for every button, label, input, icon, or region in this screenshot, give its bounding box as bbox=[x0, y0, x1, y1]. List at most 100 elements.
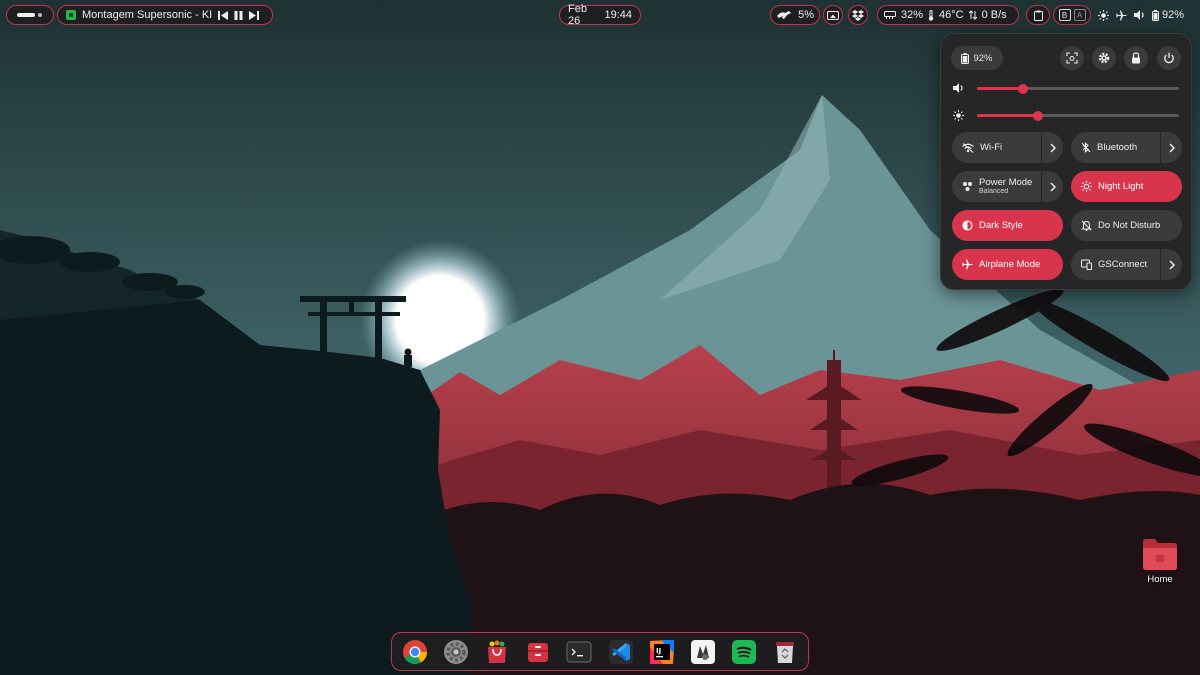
power-mode-toggle-main[interactable]: Power Mode Balanced bbox=[952, 171, 1041, 202]
night-light-toggle-main[interactable]: Night Light bbox=[1071, 171, 1182, 202]
brightness-knob[interactable] bbox=[1032, 110, 1043, 121]
gsconnect-toggle-main[interactable]: GSConnect bbox=[1071, 249, 1160, 280]
power-mode-expand-arrow[interactable] bbox=[1041, 171, 1063, 202]
intellij-app[interactable]: IJ bbox=[648, 638, 676, 666]
media-title: Montagem Supersonic - KI bbox=[82, 9, 213, 21]
svg-text:IJ: IJ bbox=[656, 647, 661, 655]
terminal-icon bbox=[566, 641, 592, 662]
wifi-off-icon bbox=[962, 142, 974, 153]
power-mode-toggle[interactable]: Power Mode Balanced bbox=[952, 171, 1063, 202]
lock-button[interactable] bbox=[1124, 46, 1148, 70]
previous-icon[interactable] bbox=[218, 10, 229, 20]
night-light-icon bbox=[1098, 9, 1109, 21]
desktop-home-folder[interactable]: Home bbox=[1139, 537, 1181, 585]
night-light-icon bbox=[1081, 181, 1092, 192]
dark-style-toggle-main[interactable]: Dark Style bbox=[952, 210, 1063, 241]
brightness-slider[interactable] bbox=[953, 108, 1179, 122]
chevron-right-icon bbox=[1049, 142, 1056, 153]
home-folder-label: Home bbox=[1147, 574, 1173, 585]
vscode-icon bbox=[608, 639, 633, 664]
network-value: 0 B/s bbox=[981, 9, 1007, 21]
do-not-disturb-toggle[interactable]: Do Not Disturb bbox=[1071, 210, 1182, 241]
clock-time: 19:44 bbox=[604, 9, 632, 21]
activities-button[interactable] bbox=[6, 5, 54, 25]
cpu-value: 5% bbox=[798, 9, 814, 21]
volume-knob[interactable] bbox=[1018, 83, 1029, 94]
volume-icon bbox=[953, 83, 963, 93]
terminal-app[interactable] bbox=[565, 638, 593, 666]
volume-icon bbox=[1134, 10, 1144, 20]
chrome-icon bbox=[403, 639, 427, 664]
power-mode-icon bbox=[963, 182, 972, 191]
clipboard-icon bbox=[1033, 10, 1043, 21]
gsconnect-expand-arrow[interactable] bbox=[1160, 249, 1182, 280]
bluetooth-label: Bluetooth bbox=[1097, 141, 1138, 153]
battery-label: 92% bbox=[973, 52, 993, 64]
dark-style-icon bbox=[962, 220, 973, 231]
battery-status-button[interactable]: 92% bbox=[951, 46, 1003, 70]
cpu-usage-indicator[interactable]: 5% bbox=[770, 5, 820, 25]
chevron-right-icon bbox=[1168, 142, 1175, 153]
inkscape-app[interactable] bbox=[689, 638, 717, 666]
next-icon[interactable] bbox=[249, 10, 260, 20]
brightness-fill bbox=[977, 114, 1038, 117]
battery-icon bbox=[961, 52, 970, 64]
clipboard-indicator[interactable] bbox=[1026, 5, 1050, 25]
screenshot-button[interactable] bbox=[1060, 46, 1084, 70]
bell-off-icon bbox=[1081, 220, 1092, 231]
dropbox-indicator[interactable] bbox=[848, 5, 868, 25]
wifi-toggle[interactable]: Wi-Fi bbox=[952, 132, 1063, 163]
media-player-indicator[interactable]: Montagem Supersonic - KI bbox=[57, 5, 273, 25]
keyboard-layout-indicator[interactable]: B A bbox=[1053, 5, 1091, 25]
spotify-icon bbox=[731, 639, 756, 664]
bluetooth-off-icon bbox=[1081, 142, 1091, 153]
system-status-area[interactable]: 92% bbox=[1098, 5, 1184, 25]
do-not-disturb-toggle-main[interactable]: Do Not Disturb bbox=[1071, 210, 1182, 241]
battery-percentage: 92% bbox=[1162, 9, 1185, 21]
system-monitor-indicator[interactable]: 32% 46°C 0 B/s bbox=[877, 5, 1019, 25]
shopping-bag-icon bbox=[488, 640, 507, 663]
gsconnect-toggle[interactable]: GSConnect bbox=[1071, 249, 1182, 280]
memory-value: 32% bbox=[901, 9, 924, 21]
dark-style-label: Dark Style bbox=[979, 219, 1023, 231]
network-arrows-icon bbox=[968, 10, 977, 20]
wifi-expand-arrow[interactable] bbox=[1041, 132, 1063, 163]
chrome-app[interactable] bbox=[401, 638, 429, 666]
brightness-track[interactable] bbox=[977, 110, 1179, 121]
volume-track[interactable] bbox=[977, 83, 1179, 94]
dark-style-toggle[interactable]: Dark Style bbox=[952, 210, 1063, 241]
clock-date: Feb 26 bbox=[568, 3, 587, 27]
bluetooth-toggle-main[interactable]: Bluetooth bbox=[1071, 132, 1160, 163]
spotify-app[interactable] bbox=[730, 638, 758, 666]
workspace-indicator-icon bbox=[17, 13, 42, 17]
files-app[interactable] bbox=[524, 638, 552, 666]
screenshot-indicator[interactable] bbox=[823, 5, 843, 25]
night-light-toggle[interactable]: Night Light bbox=[1071, 171, 1182, 202]
temperature-value: 46°C bbox=[939, 9, 964, 21]
bluetooth-expand-arrow[interactable] bbox=[1160, 132, 1182, 163]
pause-icon[interactable] bbox=[234, 10, 243, 20]
wifi-toggle-main[interactable]: Wi-Fi bbox=[952, 132, 1041, 163]
airplane-mode-label: Airplane Mode bbox=[979, 258, 1041, 270]
trash-app[interactable] bbox=[771, 638, 799, 666]
memory-icon bbox=[884, 11, 896, 19]
settings-button[interactable] bbox=[1092, 46, 1116, 70]
vscode-app[interactable] bbox=[607, 638, 635, 666]
power-button[interactable] bbox=[1157, 46, 1181, 70]
inkscape-icon bbox=[690, 639, 715, 664]
clock-button[interactable]: Feb 26 19:44 bbox=[559, 3, 641, 27]
volume-slider[interactable] bbox=[953, 81, 1179, 95]
keyboard-key-a: A bbox=[1073, 9, 1086, 21]
power-mode-sublabel: Balanced bbox=[979, 187, 1009, 195]
software-center-app[interactable] bbox=[483, 638, 511, 666]
airplane-mode-toggle[interactable]: Airplane Mode bbox=[952, 249, 1063, 280]
settings-app[interactable] bbox=[442, 638, 470, 666]
chevron-right-icon bbox=[1168, 259, 1175, 270]
airplane-mode-toggle-main[interactable]: Airplane Mode bbox=[952, 249, 1063, 280]
bluetooth-toggle[interactable]: Bluetooth bbox=[1071, 132, 1182, 163]
dock: IJ bbox=[391, 632, 809, 671]
gsconnect-icon bbox=[1081, 259, 1092, 270]
brightness-icon bbox=[953, 109, 964, 121]
thermometer-icon bbox=[928, 9, 934, 21]
dropbox-icon bbox=[852, 9, 864, 21]
